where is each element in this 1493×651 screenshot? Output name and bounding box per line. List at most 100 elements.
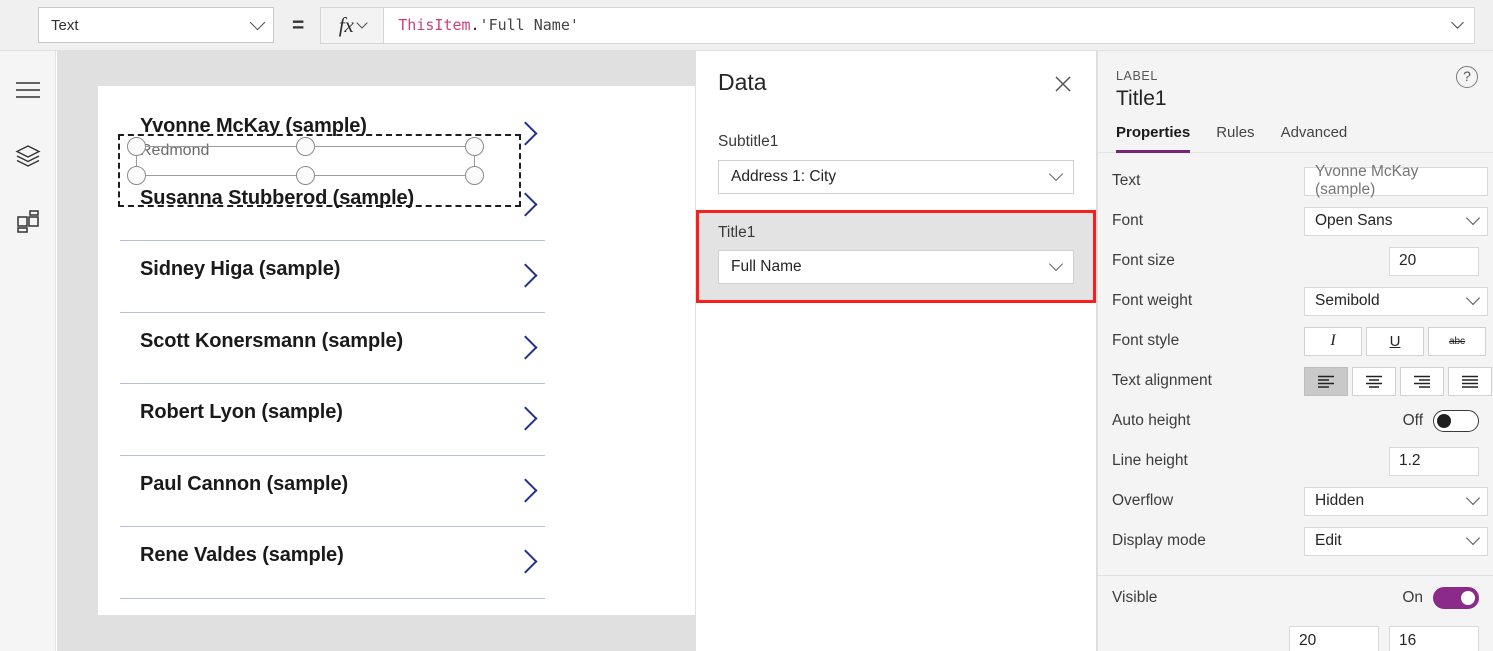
hamburger-menu-icon[interactable] bbox=[9, 71, 47, 109]
property-label: Overflow bbox=[1112, 492, 1174, 509]
chevron-right-icon[interactable] bbox=[515, 118, 537, 150]
property-control: I U abc bbox=[1304, 326, 1486, 356]
property-control: Yvonne McKay (sample) bbox=[1304, 163, 1488, 198]
underline-glyph: U bbox=[1389, 332, 1401, 350]
formula-input[interactable]: ThisItem.'Full Name' bbox=[384, 6, 1475, 44]
gallery-item[interactable]: Paul Cannon (sample) bbox=[120, 456, 545, 527]
gallery-item-subtitle[interactable]: Redmond bbox=[140, 142, 209, 160]
chevron-right-icon[interactable] bbox=[515, 403, 537, 435]
chevron-right-icon[interactable] bbox=[515, 475, 537, 507]
toggle-knob bbox=[1461, 591, 1475, 605]
property-control: Open Sans bbox=[1304, 206, 1488, 236]
properties-bottom-section: Visible On bbox=[1098, 576, 1493, 620]
powerapps-studio: Text = fx ThisItem.'Full Name' Yvonne Mc… bbox=[0, 0, 1493, 651]
position-inputs: 20 16 bbox=[1098, 626, 1493, 651]
display-mode-dropdown[interactable]: Edit bbox=[1304, 526, 1488, 556]
auto-height-toggle-wrap: Off bbox=[1403, 410, 1479, 432]
gallery-item-title[interactable]: Rene Valdes (sample) bbox=[140, 544, 344, 567]
property-label: Display mode bbox=[1112, 532, 1206, 549]
position-x-input[interactable]: 20 bbox=[1289, 626, 1379, 651]
gallery-item[interactable]: Scott Konersmann (sample) bbox=[120, 313, 545, 384]
data-field-dropdown[interactable]: Full Name bbox=[718, 250, 1074, 284]
auto-height-toggle[interactable] bbox=[1433, 410, 1479, 432]
property-control: Hidden bbox=[1304, 486, 1488, 516]
line-height-input[interactable]: 1.2 bbox=[1389, 446, 1479, 476]
align-left-icon[interactable] bbox=[1304, 366, 1348, 396]
formula-text: ThisItem.'Full Name' bbox=[398, 16, 579, 34]
property-label: Visible bbox=[1112, 589, 1158, 606]
font-dropdown[interactable]: Open Sans bbox=[1304, 206, 1488, 236]
data-panel-header: Data bbox=[696, 51, 1096, 113]
property-control bbox=[1304, 366, 1492, 396]
gallery-item-title[interactable]: Robert Lyon (sample) bbox=[140, 401, 343, 424]
gallery-control[interactable]: Yvonne McKay (sample) Redmond Susanna St… bbox=[120, 98, 545, 599]
grid-insert-icon[interactable] bbox=[9, 203, 47, 241]
italic-icon[interactable]: I bbox=[1304, 326, 1362, 356]
chevron-right-icon[interactable] bbox=[515, 260, 537, 292]
help-circle-icon[interactable]: ? bbox=[1456, 66, 1478, 88]
gallery-item-title[interactable]: Susanna Stubberod (sample) bbox=[140, 187, 414, 210]
chevron-down-icon[interactable] bbox=[1451, 15, 1464, 29]
data-field-subtitle1: Subtitle1 Address 1: City bbox=[696, 133, 1096, 194]
property-row-line-height: Line height 1.2 bbox=[1112, 441, 1479, 481]
font-size-value: 20 bbox=[1399, 252, 1417, 269]
tab-properties[interactable]: Properties bbox=[1116, 124, 1191, 153]
visible-toggle-wrap: On bbox=[1402, 587, 1479, 609]
property-label: Font weight bbox=[1112, 292, 1193, 309]
line-height-value: 1.2 bbox=[1399, 452, 1421, 469]
visible-toggle[interactable] bbox=[1433, 587, 1479, 609]
gallery-item-title[interactable]: Yvonne McKay (sample) bbox=[140, 115, 367, 138]
gallery-item[interactable]: Rene Valdes (sample) bbox=[120, 527, 545, 599]
align-justify-glyph bbox=[1462, 375, 1478, 388]
fx-button[interactable]: fx bbox=[320, 6, 385, 44]
italic-glyph: I bbox=[1330, 332, 1336, 349]
property-control: On bbox=[1304, 587, 1479, 609]
chevron-down-icon bbox=[249, 14, 266, 30]
underline-icon[interactable]: U bbox=[1366, 326, 1424, 356]
align-right-icon[interactable] bbox=[1400, 366, 1444, 396]
gallery-item[interactable]: Susanna Stubberod (sample) bbox=[120, 170, 545, 241]
close-icon[interactable] bbox=[1048, 69, 1078, 99]
font-value: Open Sans bbox=[1315, 212, 1393, 229]
property-row-font-style: Font style I U abc bbox=[1112, 321, 1486, 361]
position-x-value: 20 bbox=[1299, 631, 1317, 649]
align-left-glyph bbox=[1318, 375, 1334, 388]
data-field-dropdown[interactable]: Address 1: City bbox=[718, 160, 1074, 194]
formula-token-field: 'Full Name' bbox=[479, 16, 579, 34]
chevron-right-icon[interactable] bbox=[515, 332, 537, 364]
data-field-label: Subtitle1 bbox=[718, 133, 779, 150]
gallery-item-title[interactable]: Sidney Higa (sample) bbox=[140, 258, 340, 281]
text-alignment-buttons bbox=[1304, 366, 1492, 396]
app-canvas[interactable]: Yvonne McKay (sample) Redmond Susanna St… bbox=[98, 86, 695, 615]
properties-panel-header: LABEL Title1 ? bbox=[1098, 51, 1493, 111]
hamburger-menu-glyph bbox=[15, 82, 40, 98]
property-selector-dropdown[interactable]: Text bbox=[38, 7, 274, 43]
property-row-text: Text Yvonne McKay (sample) bbox=[1112, 161, 1488, 201]
gallery-item-title[interactable]: Scott Konersmann (sample) bbox=[140, 330, 403, 353]
font-size-input[interactable]: 20 bbox=[1389, 246, 1479, 276]
overflow-dropdown[interactable]: Hidden bbox=[1304, 486, 1488, 516]
chevron-right-icon[interactable] bbox=[515, 546, 537, 578]
display-mode-value: Edit bbox=[1315, 532, 1342, 549]
properties-rows: Text Yvonne McKay (sample) Font Open San… bbox=[1098, 153, 1493, 561]
gallery-item-title[interactable]: Paul Cannon (sample) bbox=[140, 473, 348, 496]
layers-icon[interactable] bbox=[9, 137, 47, 175]
align-center-icon[interactable] bbox=[1352, 366, 1396, 396]
data-panel-title: Data bbox=[718, 68, 767, 95]
align-justify-icon[interactable] bbox=[1448, 366, 1492, 396]
tab-advanced[interactable]: Advanced bbox=[1281, 124, 1348, 153]
position-y-value: 16 bbox=[1399, 631, 1417, 649]
property-label: Text bbox=[1112, 172, 1141, 189]
auto-height-state: Off bbox=[1402, 412, 1423, 429]
tab-rules[interactable]: Rules bbox=[1216, 124, 1254, 153]
gallery-item[interactable]: Sidney Higa (sample) bbox=[120, 241, 545, 313]
font-weight-dropdown[interactable]: Semibold bbox=[1304, 286, 1488, 316]
text-value-field[interactable]: Yvonne McKay (sample) bbox=[1304, 163, 1488, 198]
gallery-item[interactable]: Robert Lyon (sample) bbox=[120, 384, 545, 456]
strikethrough-icon[interactable]: abc bbox=[1428, 326, 1486, 356]
position-y-input[interactable]: 16 bbox=[1389, 626, 1479, 651]
chevron-down-icon bbox=[1465, 490, 1481, 506]
gallery-item[interactable]: Yvonne McKay (sample) Redmond bbox=[120, 98, 545, 170]
chevron-right-icon[interactable] bbox=[515, 189, 537, 221]
canvas-area[interactable]: Yvonne McKay (sample) Redmond Susanna St… bbox=[57, 51, 695, 651]
